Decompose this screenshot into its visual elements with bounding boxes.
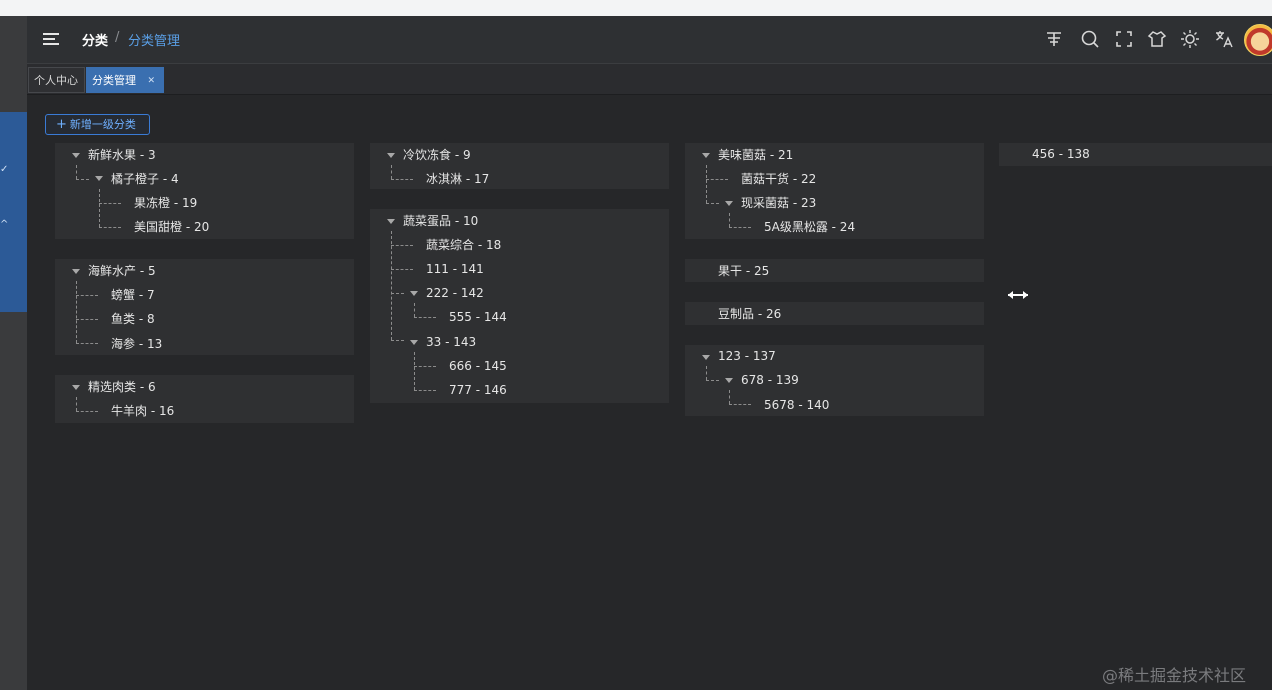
category-card: 豆制品 - 26 xyxy=(685,302,984,325)
caret-down-icon[interactable] xyxy=(95,176,103,181)
caret-down-icon[interactable] xyxy=(387,219,395,224)
tree-node[interactable]: 222 - 142 xyxy=(426,285,484,301)
tree-node[interactable]: 牛羊肉 - 16 xyxy=(111,403,174,419)
git-icon[interactable] xyxy=(1044,29,1064,49)
category-card: 冷饮冻食 - 9 冰淇淋 - 17 xyxy=(370,143,669,189)
tree-node[interactable]: 现采菌菇 - 23 xyxy=(741,195,816,211)
tree-node[interactable]: 蔬菜蛋品 - 10 xyxy=(403,213,478,229)
theme-shirt-icon[interactable] xyxy=(1147,29,1167,49)
tab-category-management[interactable]: 分类管理 ✕ xyxy=(86,67,164,93)
tree-node[interactable]: 鱼类 - 8 xyxy=(111,311,155,327)
breadcrumb-separator: / xyxy=(115,30,120,45)
category-card: 果干 - 25 xyxy=(685,259,984,282)
category-card: 精选肉类 - 6 牛羊肉 - 16 xyxy=(55,375,354,423)
tree-node[interactable]: 新鲜水果 - 3 xyxy=(88,147,156,163)
tree-node[interactable]: 蔬菜综合 - 18 xyxy=(426,237,501,253)
caret-down-icon[interactable] xyxy=(725,378,733,383)
category-card: 美味菌菇 - 21 菌菇干货 - 22 现采菌菇 - 23 5A级黑松露 - 2… xyxy=(685,143,984,239)
tree-node[interactable]: 123 - 137 xyxy=(718,348,776,364)
caret-down-icon[interactable] xyxy=(72,269,80,274)
caret-down-icon[interactable] xyxy=(702,153,710,158)
resize-cursor-icon xyxy=(1008,291,1028,299)
fullscreen-icon[interactable] xyxy=(1114,29,1134,49)
tree-node[interactable]: 5A级黑松露 - 24 xyxy=(764,219,855,235)
tree-node[interactable]: 555 - 144 xyxy=(449,309,507,325)
caret-down-icon[interactable] xyxy=(725,201,733,206)
plus-icon: + xyxy=(56,117,67,132)
tab-personal-center[interactable]: 个人中心 xyxy=(28,67,85,93)
caret-down-icon[interactable] xyxy=(72,153,80,158)
tree-node[interactable]: 精选肉类 - 6 xyxy=(88,379,156,395)
tree-node[interactable]: 果冻橙 - 19 xyxy=(134,195,197,211)
tree-node[interactable]: 螃蟹 - 7 xyxy=(111,287,155,303)
avatar[interactable] xyxy=(1244,24,1272,56)
tree-node[interactable]: 菌菇干货 - 22 xyxy=(741,171,816,187)
category-card: 海鲜水产 - 5 螃蟹 - 7 鱼类 - 8 海参 - 13 xyxy=(55,259,354,355)
main-content: + 新增一级分类 新鲜水果 - 3 橘子橙子 - 4 果冻橙 - 19 美国甜橙 … xyxy=(27,95,1272,690)
tree-node[interactable]: 美国甜橙 - 20 xyxy=(134,219,209,235)
add-button-label: 新增一级分类 xyxy=(69,118,136,131)
category-card: 新鲜水果 - 3 橘子橙子 - 4 果冻橙 - 19 美国甜橙 - 20 xyxy=(55,143,354,239)
category-card: 456 - 138 xyxy=(999,143,1272,166)
chevron-up-icon[interactable]: ^ xyxy=(0,218,10,232)
breadcrumb-root[interactable]: 分类 xyxy=(82,30,108,49)
tree-node[interactable]: 33 - 143 xyxy=(426,334,476,350)
browser-top-strip xyxy=(0,0,1272,16)
tree-node[interactable]: 美味菌菇 - 21 xyxy=(718,147,793,163)
tree-node[interactable]: 777 - 146 xyxy=(449,382,507,398)
tree-node[interactable]: 果干 - 25 xyxy=(718,263,769,279)
tree-node[interactable]: 456 - 138 xyxy=(1032,146,1090,162)
tree-node[interactable]: 橘子橙子 - 4 xyxy=(111,171,179,187)
watermark: @稀土掘金技术社区 xyxy=(1102,666,1247,685)
sun-icon[interactable] xyxy=(1180,29,1200,49)
breadcrumb-current: 分类管理 xyxy=(128,34,181,49)
tab-label: 个人中心 xyxy=(34,74,78,87)
tabs-bar: 个人中心 分类管理 ✕ xyxy=(27,64,1272,95)
add-top-category-button[interactable]: + 新增一级分类 xyxy=(45,114,150,135)
tree-node[interactable]: 冷饮冻食 - 9 xyxy=(403,147,471,163)
category-card: 123 - 137 678 - 139 5678 - 140 xyxy=(685,345,984,416)
translate-icon[interactable] xyxy=(1214,29,1234,49)
tree-node[interactable]: 666 - 145 xyxy=(449,358,507,374)
tree-node[interactable]: 111 - 141 xyxy=(426,261,484,277)
tree-node[interactable]: 冰淇淋 - 17 xyxy=(426,171,489,187)
category-card: 蔬菜蛋品 - 10 蔬菜综合 - 18 111 - 141 222 - 142 … xyxy=(370,209,669,403)
search-icon[interactable] xyxy=(1080,29,1100,49)
sidebar-active-section[interactable] xyxy=(0,112,27,312)
caret-down-icon[interactable] xyxy=(387,153,395,158)
caret-down-icon[interactable] xyxy=(410,340,418,345)
caret-down-icon[interactable] xyxy=(410,291,418,296)
tab-label: 分类管理 xyxy=(92,74,136,87)
caret-down-icon[interactable] xyxy=(702,355,710,360)
tree-node[interactable]: 海鲜水产 - 5 xyxy=(88,263,156,279)
sidebar: ✓ ^ xyxy=(0,16,27,690)
tree-node[interactable]: 豆制品 - 26 xyxy=(718,306,781,322)
close-icon[interactable]: ✕ xyxy=(147,68,155,94)
tree-node[interactable]: 海参 - 13 xyxy=(111,336,162,352)
tree-node[interactable]: 5678 - 140 xyxy=(764,397,829,413)
menu-toggle-icon[interactable] xyxy=(43,32,59,46)
caret-down-icon[interactable] xyxy=(72,385,80,390)
top-header: 分类 / 分类管理 xyxy=(27,16,1272,64)
tree-node[interactable]: 678 - 139 xyxy=(741,372,799,388)
chevron-down-icon[interactable]: ✓ xyxy=(0,163,10,177)
